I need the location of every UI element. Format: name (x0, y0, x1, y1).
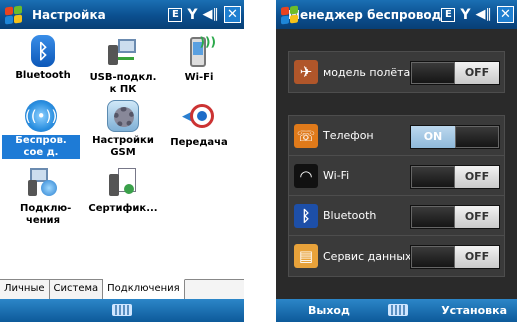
certificates-icon (106, 166, 140, 200)
settings-item-label: Bluetooth (15, 70, 71, 81)
wifi-icon: ))) (182, 35, 216, 69)
airplane-mode-toggle[interactable]: OFF (410, 61, 500, 85)
close-button[interactable]: ✕ (497, 6, 514, 23)
softkey-install[interactable]: Установка (441, 304, 507, 317)
beam-icon: ◀ (182, 100, 216, 134)
tab-personal[interactable]: Личные (0, 280, 50, 300)
wifi-toggle[interactable]: OFF (410, 165, 500, 189)
wireless-manager-screen: Менеджер беспровод E Y ◀∥ ✕ ✈ модель пол… (276, 0, 517, 322)
connections-icon (26, 166, 60, 200)
signal-icon[interactable]: Y (460, 7, 470, 23)
phone-icon: ☏ (294, 123, 318, 148)
settings-item-label: Сертифик... (88, 203, 158, 214)
volume-icon[interactable]: ◀∥ (476, 7, 493, 22)
row-wifi[interactable]: ◠ Wi-Fi OFF (289, 156, 504, 196)
toggle-state: OFF (455, 62, 499, 84)
airplane-mode-block: ✈ модель полёта OFF (288, 51, 505, 93)
network-type-icon[interactable]: E (168, 7, 183, 22)
settings-item-gsm[interactable]: Настройки GSM (84, 100, 162, 159)
row-label: Bluetooth (323, 209, 377, 222)
settings-item-beam[interactable]: ◀ Передача (160, 100, 238, 149)
tab-bar: Личные Система Подключения (0, 279, 244, 300)
softkey-bar: Выход Установка (276, 299, 517, 322)
network-type-icon[interactable]: E (441, 7, 456, 22)
row-label: модель полёта (323, 65, 411, 79)
start-menu-icon[interactable] (279, 4, 298, 26)
signal-icon[interactable]: Y (187, 7, 197, 23)
wireless-icon: ((•)) (25, 100, 57, 132)
settings-item-bluetooth[interactable]: ᛒ Bluetooth (4, 35, 82, 82)
title-bar: Менеджер беспровод E Y ◀∥ ✕ (276, 0, 517, 29)
bluetooth-icon: ᛒ (31, 35, 55, 67)
settings-item-connections[interactable]: Подклю- чения (4, 166, 82, 227)
data-service-toggle[interactable]: OFF (410, 245, 500, 269)
settings-item-label: Подклю- чения (20, 203, 72, 226)
row-label: Телефон (323, 129, 374, 142)
title-bar: Настройка E Y ◀∥ ✕ (0, 0, 244, 29)
airplane-icon: ✈ (294, 60, 318, 84)
volume-icon[interactable]: ◀∥ (203, 7, 220, 22)
radios-block: ☏ Телефон ON ◠ Wi-Fi OFF ᛒ Bluetooth OFF… (288, 115, 505, 277)
bluetooth-toggle[interactable]: OFF (410, 205, 500, 229)
row-label: Wi-Fi (323, 169, 350, 182)
settings-item-usb-to-pc[interactable]: USB-подкл. к ПК (84, 35, 162, 96)
keyboard-icon[interactable] (112, 304, 132, 316)
settings-item-label: Настройки GSM (92, 135, 154, 158)
row-label: Сервис данных (323, 249, 412, 263)
row-airplane-mode[interactable]: ✈ модель полёта OFF (289, 52, 504, 92)
data-service-icon: ▤ (294, 244, 318, 268)
wifi-icon: ◠ (294, 163, 318, 188)
phone-toggle[interactable]: ON (410, 125, 500, 149)
keyboard-icon[interactable] (388, 304, 408, 316)
settings-item-label: Беспров. сое д. (2, 135, 80, 159)
settings-item-wireless[interactable]: ((•)) Беспров. сое д. (2, 100, 80, 159)
settings-item-label: USB-подкл. к ПК (89, 72, 157, 95)
usb-to-pc-icon (106, 35, 140, 69)
row-data-service[interactable]: ▤ Сервис данных OFF (289, 236, 504, 276)
start-menu-icon[interactable] (3, 4, 25, 26)
softkey-bar (0, 299, 244, 322)
window-title: Настройка (32, 7, 106, 22)
tab-connections[interactable]: Подключения (103, 279, 185, 299)
row-bluetooth[interactable]: ᛒ Bluetooth OFF (289, 196, 504, 236)
window-title: Менеджер беспровод (288, 7, 442, 22)
softkey-exit[interactable]: Выход (308, 304, 350, 317)
row-phone[interactable]: ☏ Телефон ON (289, 116, 504, 156)
tab-system[interactable]: Система (50, 280, 104, 300)
settings-screen: Настройка E Y ◀∥ ✕ ᛒ Bluetooth USB-подкл… (0, 0, 244, 322)
toggle-state: ON (411, 126, 455, 148)
settings-item-label: Передача (170, 137, 228, 148)
gsm-settings-icon (107, 100, 139, 132)
bluetooth-icon: ᛒ (294, 203, 318, 228)
close-button[interactable]: ✕ (224, 6, 241, 23)
settings-item-wifi[interactable]: ))) Wi-Fi (160, 35, 238, 84)
settings-item-certificates[interactable]: Сертифик... (84, 166, 162, 215)
toggle-state: OFF (455, 206, 499, 228)
toggle-state: OFF (455, 166, 499, 188)
toggle-state: OFF (455, 246, 499, 268)
settings-item-label: Wi-Fi (184, 72, 214, 83)
